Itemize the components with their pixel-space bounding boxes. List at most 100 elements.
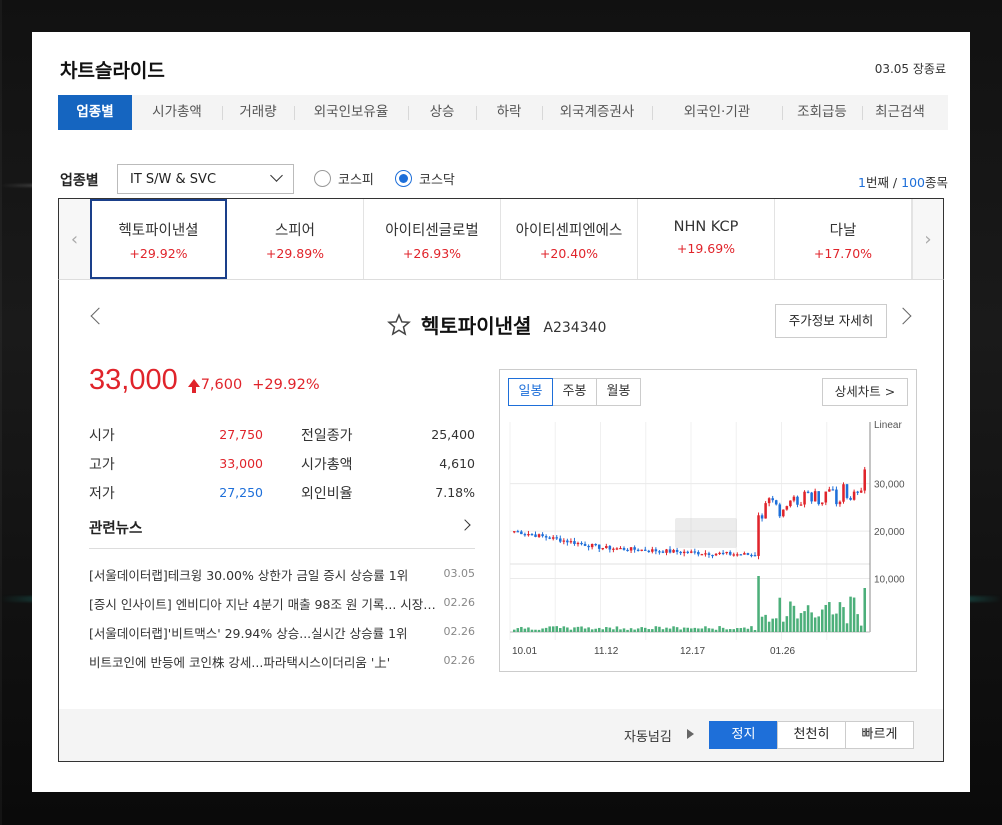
volume-bar xyxy=(686,627,689,632)
strip-item[interactable]: 다날 +17.70% xyxy=(775,199,912,279)
tab-recent-search[interactable]: 최근검색 xyxy=(862,95,938,130)
volume-bar xyxy=(597,627,601,632)
candle-body xyxy=(636,549,640,551)
stat-label: 시가 xyxy=(89,428,115,444)
candle-body xyxy=(544,536,548,538)
candle-body xyxy=(658,551,661,553)
candle-body xyxy=(682,551,686,554)
tab-foreign-brokers[interactable]: 외국계증권사 xyxy=(542,95,652,130)
volume-bar xyxy=(863,588,866,632)
detail-chart-button[interactable]: 상세차트 > xyxy=(822,378,908,406)
slow-button[interactable]: 천천히 xyxy=(777,721,846,749)
volume-bar xyxy=(721,627,725,632)
tab-foreign-ratio[interactable]: 외국인보유율 xyxy=(294,95,408,130)
candlestick-chart[interactable]: Linear 30,000 20,000 10,000 10.01 11.12 12.17 0… xyxy=(508,416,910,666)
chart-tab-monthly[interactable]: 월봉 xyxy=(596,378,641,406)
stat-value: 33,000 xyxy=(219,456,263,471)
news-item[interactable]: [서울데이터랩]테크윙 30.00% 상한가 금일 증시 상승률 1위 03.0… xyxy=(89,561,475,590)
strip-item[interactable]: 아이티센피엔에스 +20.40% xyxy=(501,199,638,279)
chart-tab-daily[interactable]: 일봉 xyxy=(508,378,553,406)
volume-bar xyxy=(856,614,859,632)
strip-item-change: +20.40% xyxy=(539,246,599,261)
volume-bar xyxy=(594,628,597,632)
volume-bar xyxy=(835,613,838,632)
strip-item-name: 헥토파이낸셜 xyxy=(118,223,199,239)
sector-select[interactable]: IT S/W & SVC xyxy=(117,164,294,194)
strip-item[interactable]: NHN KCP +19.69% xyxy=(638,199,775,279)
chart-tab-weekly[interactable]: 주봉 xyxy=(552,378,597,406)
tab-market-cap[interactable]: 시가총액 xyxy=(132,95,222,130)
stop-button[interactable]: 정지 xyxy=(709,721,778,749)
candle-body xyxy=(608,546,612,550)
prev-stock-icon[interactable] xyxy=(90,307,108,325)
candle-body xyxy=(619,547,622,550)
stat-value: 27,750 xyxy=(219,427,263,442)
candle-body xyxy=(573,541,576,544)
candle-body xyxy=(828,489,831,492)
candle-body xyxy=(513,531,516,533)
candle-body xyxy=(651,549,654,552)
volume-bar xyxy=(520,626,523,632)
stock-header: 헥토파이낸셜 A234340 xyxy=(387,310,606,339)
volume-bar xyxy=(859,625,863,632)
volume-bar xyxy=(636,628,640,632)
candle-body xyxy=(597,544,601,549)
tab-foreign-institution[interactable]: 외국인·기관 xyxy=(652,95,782,130)
price-chart: 일봉 주봉 월봉 상세차트 > Linear 30,000 20,000 10,000… xyxy=(499,369,917,672)
tab-sector[interactable]: 업종별 xyxy=(58,95,132,130)
volume-bar xyxy=(849,596,852,632)
tab-volume[interactable]: 거래량 xyxy=(222,95,294,130)
candle-body xyxy=(721,552,725,555)
candle-body xyxy=(559,538,562,542)
strip-item-change: +29.92% xyxy=(129,246,188,261)
stock-detail: 헥토파이낸셜 A234340 주가정보 자세히 33,000 7,600 +29… xyxy=(58,280,944,762)
candle-body xyxy=(537,534,541,537)
candle-body xyxy=(739,554,743,556)
volume-bar xyxy=(668,628,672,632)
volume-bar xyxy=(753,629,757,632)
tab-fall[interactable]: 하락 xyxy=(476,95,542,130)
volume-bar xyxy=(640,627,643,632)
strip-next-button[interactable]: › xyxy=(912,199,943,279)
next-stock-icon[interactable] xyxy=(894,307,912,325)
strip-item[interactable]: 아이티센글로벌 +26.93% xyxy=(364,199,501,279)
volume-bar xyxy=(605,627,608,632)
volume-bar xyxy=(626,629,629,632)
news-item[interactable]: [증시 인사이트] 엔비디아 지난 4분기 매출 98조 원 기록... 시장 … xyxy=(89,590,475,619)
radio-kospi-circle xyxy=(314,170,331,187)
candle-body xyxy=(774,500,778,505)
radio-kosdaq-circle xyxy=(395,170,412,187)
tab-rise[interactable]: 상승 xyxy=(408,95,476,130)
tab-views-surge[interactable]: 조회급등 xyxy=(782,95,862,130)
radio-kosdaq[interactable]: 코스닥 xyxy=(395,169,455,188)
star-icon[interactable] xyxy=(387,312,411,337)
volume-bar xyxy=(583,628,587,632)
stat-value: 27,250 xyxy=(219,485,263,500)
volume-bar xyxy=(672,626,675,632)
strip-prev-button[interactable]: ‹ xyxy=(59,199,90,279)
stat-row: 고가 33,000 시가총액 4,610 xyxy=(89,451,475,480)
candle-body xyxy=(792,496,796,501)
strip-item[interactable]: 스피어 +29.89% xyxy=(227,199,364,279)
news-item[interactable]: [서울데이터랩]'비트맥스' 29.94% 상승...실시간 상승률 1위 02… xyxy=(89,619,475,648)
candle-body xyxy=(806,491,810,493)
stock-detail-button[interactable]: 주가정보 자세히 xyxy=(775,304,887,338)
candle-body xyxy=(643,549,647,551)
radio-kospi[interactable]: 코스피 xyxy=(314,169,374,188)
volume-bar xyxy=(513,629,516,632)
volume-bar xyxy=(789,601,792,632)
candle-body xyxy=(757,515,760,556)
volume-bar xyxy=(774,618,778,632)
fast-button[interactable]: 빠르게 xyxy=(845,721,914,749)
volume-bar xyxy=(665,627,668,632)
news-item[interactable]: 비트코인에 반등에 코인株 강세...파라택시스이더리움 '上' 02.26 xyxy=(89,648,475,677)
news-header[interactable]: 관련뉴스 xyxy=(89,517,475,549)
stock-name: 헥토파이낸셜 xyxy=(421,314,532,338)
candle-body xyxy=(803,491,806,505)
stock-stats: 시가 27,750 전일종가 25,400 고가 33,000 시가총액 4,6… xyxy=(89,422,475,509)
strip-item[interactable]: 헥토파이낸셜 +29.92% xyxy=(90,199,227,279)
volume-bar xyxy=(675,627,679,632)
volume-bar xyxy=(693,627,697,632)
filter-label: 업종별 xyxy=(60,173,99,189)
volume-bar xyxy=(537,629,541,632)
